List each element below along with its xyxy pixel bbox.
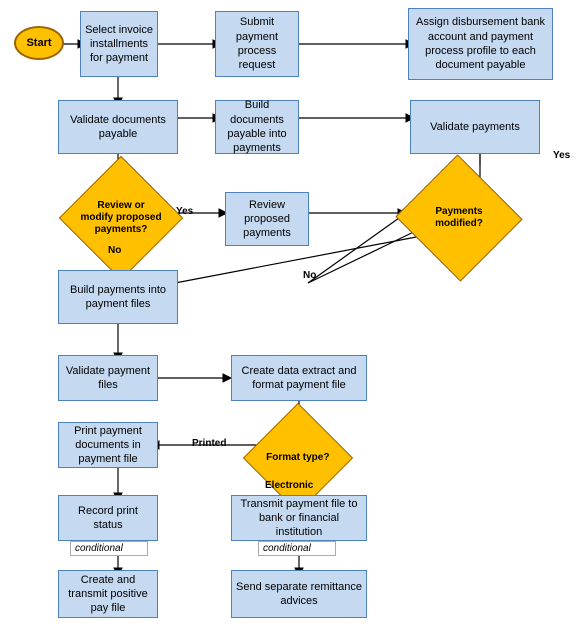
label-electronic: Electronic — [265, 480, 313, 491]
start-node: Start — [14, 26, 64, 60]
box-create-extract: Create data extract and format payment f… — [231, 355, 367, 401]
box-select-invoice: Select invoice installments for payment — [80, 11, 158, 77]
label-no2: No — [303, 270, 316, 281]
box-assign-disbursement: Assign disbursement bank account and pay… — [408, 8, 553, 80]
box-transmit-file: Transmit payment file to bank or financi… — [231, 495, 367, 541]
label-printed: Printed — [192, 438, 226, 449]
box-positive-pay: Create and transmit positive pay file — [58, 570, 158, 618]
box-remittance: Send separate remittance advices — [231, 570, 367, 618]
conditional-tag-2: conditional — [258, 541, 336, 556]
box-build-docs: Build documents payable into payments — [215, 100, 299, 154]
label-yes1: Yes — [176, 206, 193, 217]
box-build-payments: Build payments into payment files — [58, 270, 178, 324]
box-validate-payments: Validate payments — [410, 100, 540, 154]
box-record-print: Record print status — [58, 495, 158, 541]
box-review-payments: Review proposed payments — [225, 192, 309, 246]
diamond-modified: Payments modified? — [400, 182, 518, 254]
label-no1: No — [108, 245, 121, 256]
conditional-tag-1: conditional — [70, 541, 148, 556]
diamond-review: Review or modify proposed payments? — [68, 182, 173, 254]
box-print-docs: Print payment documents in payment file — [58, 422, 158, 468]
flowchart: Start Select invoice installments for pa… — [0, 0, 576, 624]
box-validate-files: Validate payment files — [58, 355, 158, 401]
box-validate-docs: Validate documents payable — [58, 100, 178, 154]
label-yes-top: Yes — [553, 150, 570, 161]
box-submit-payment: Submit payment process request — [215, 11, 299, 77]
